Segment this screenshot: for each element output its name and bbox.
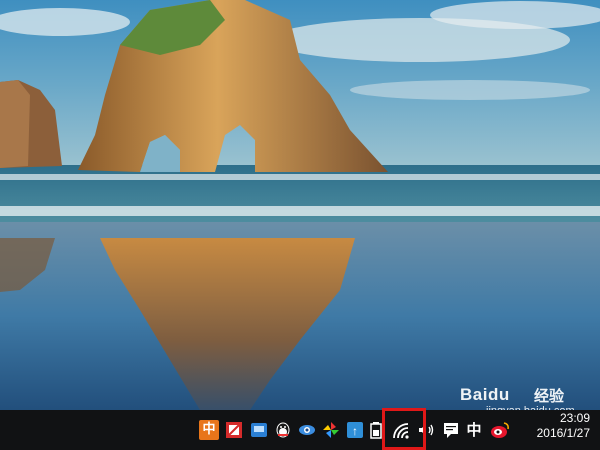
weibo-icon[interactable] [490, 420, 510, 440]
battery-icon[interactable] [366, 420, 386, 440]
ime-zh-icon[interactable]: 中 [199, 420, 219, 440]
action-center-icon[interactable] [441, 420, 461, 440]
baidu-app-icon[interactable]: ↑ [345, 420, 365, 440]
browser-eye-icon[interactable] [297, 420, 317, 440]
desktop-wallpaper [0, 0, 600, 410]
clock-date: 2016/1/27 [536, 426, 590, 440]
network-app-icon[interactable] [249, 420, 269, 440]
wifi-icon[interactable] [392, 421, 412, 441]
svg-text:↑: ↑ [352, 424, 358, 438]
ime-mode-indicator[interactable]: 中 [464, 420, 484, 440]
pinwheel-icon[interactable] [321, 420, 341, 440]
ime-mode-label: 中 [466, 421, 482, 439]
system-clock[interactable]: 23:09 2016/1/27 [528, 411, 590, 449]
ime-zh-label: 中 [202, 422, 216, 437]
taskbar: 中 ↑ 中 23:09 2016/1/27 [0, 410, 600, 450]
volume-icon[interactable] [416, 420, 436, 440]
security-icon[interactable] [224, 420, 244, 440]
qq-penguin-icon[interactable] [273, 420, 293, 440]
wallpaper-image [0, 0, 600, 410]
clock-time: 23:09 [559, 411, 590, 425]
